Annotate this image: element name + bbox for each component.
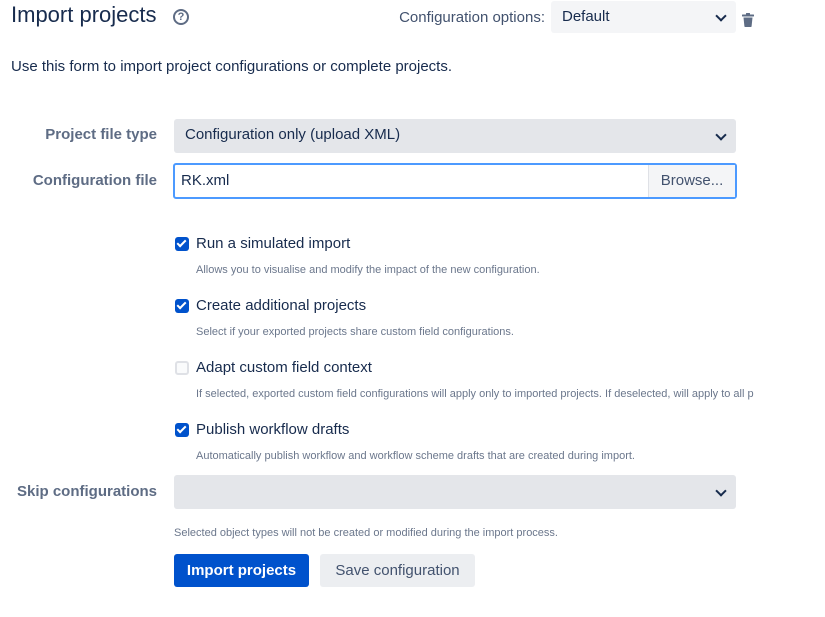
option-description: Allows you to visualise and modify the i… xyxy=(196,264,540,276)
configuration-file-input[interactable]: RK.xml Browse... xyxy=(173,163,737,199)
run-simulated-import-checkbox[interactable] xyxy=(175,237,189,251)
option-description: If selected, exported custom field confi… xyxy=(196,388,754,400)
configuration-file-name: RK.xml xyxy=(181,172,230,189)
import-projects-button[interactable]: Import projects xyxy=(174,554,309,587)
create-additional-projects-checkbox[interactable] xyxy=(175,299,189,313)
import-projects-page: Import projects ? Configuration options:… xyxy=(0,0,825,617)
question-circle-icon[interactable]: ? xyxy=(173,9,189,25)
option-description: Select if your exported projects share c… xyxy=(196,326,514,338)
option-label[interactable]: Run a simulated import xyxy=(196,235,350,252)
option-label[interactable]: Adapt custom field context xyxy=(196,359,372,376)
configuration-options-value: Default xyxy=(562,8,610,25)
chevron-down-icon xyxy=(715,129,727,141)
configuration-options-select[interactable]: Default xyxy=(551,1,736,33)
chevron-down-icon xyxy=(715,485,727,497)
project-file-type-label: Project file type xyxy=(45,126,157,143)
option-label[interactable]: Create additional projects xyxy=(196,297,366,314)
trash-icon[interactable] xyxy=(742,13,754,27)
configuration-file-label: Configuration file xyxy=(32,172,157,189)
page-title: Import projects xyxy=(11,2,157,27)
publish-workflow-drafts-checkbox[interactable] xyxy=(175,423,189,437)
configuration-options-label: Configuration options: xyxy=(399,9,545,26)
skip-configurations-help: Selected object types will not be create… xyxy=(174,527,558,539)
adapt-custom-field-context-checkbox[interactable] xyxy=(175,361,189,375)
browse-button[interactable]: Browse... xyxy=(648,165,735,197)
project-file-type-select[interactable]: Configuration only (upload XML) xyxy=(174,119,736,153)
save-configuration-button[interactable]: Save configuration xyxy=(320,554,475,587)
intro-text: Use this form to import project configur… xyxy=(11,58,453,75)
option-description: Automatically publish workflow and workf… xyxy=(196,450,635,462)
chevron-down-icon xyxy=(715,10,727,22)
project-file-type-value: Configuration only (upload XML) xyxy=(185,126,401,143)
skip-configurations-select[interactable] xyxy=(174,475,736,509)
skip-configurations-label: Skip configurations xyxy=(16,483,157,500)
option-label[interactable]: Publish workflow drafts xyxy=(196,421,349,438)
